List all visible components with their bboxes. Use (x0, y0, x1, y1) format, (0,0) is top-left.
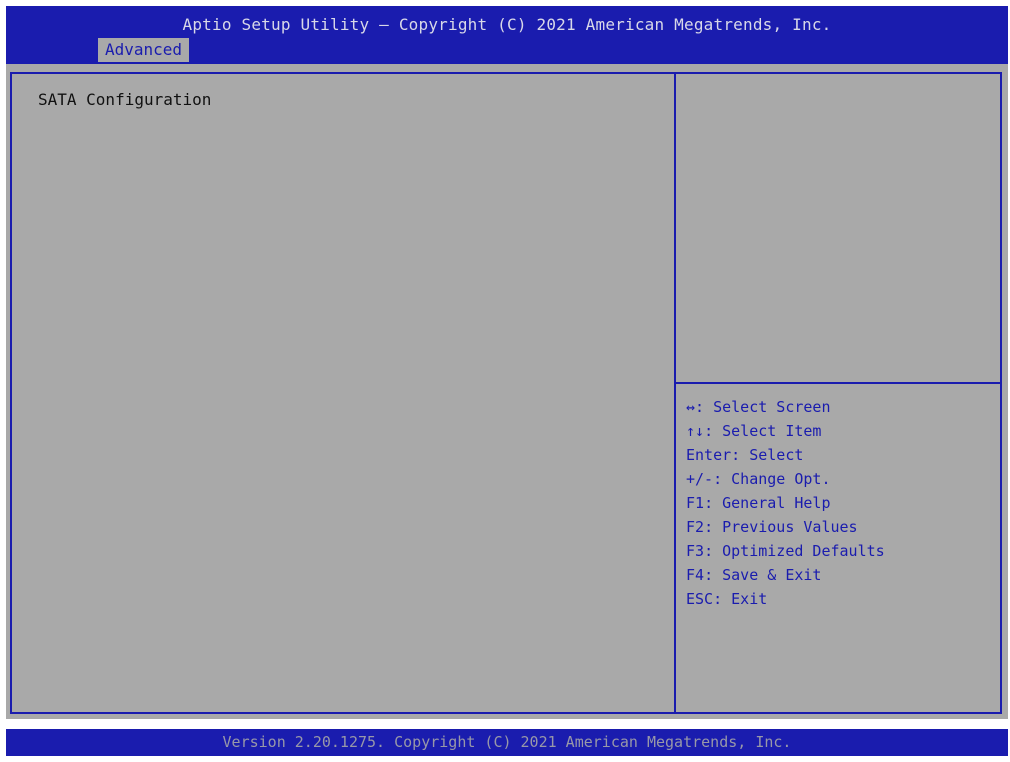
app-title: Aptio Setup Utility – Copyright (C) 2021… (182, 15, 832, 34)
key-desc: : Change Opt. (713, 470, 831, 488)
key-desc: : Exit (713, 590, 768, 608)
main-area: SATA Configuration ↔: Select Screen ↑↓: … (6, 64, 1008, 719)
key-help-select-screen: ↔: Select Screen (686, 395, 885, 419)
menu-item-sata-configuration[interactable]: SATA Configuration (38, 90, 211, 109)
help-panel-divider (674, 72, 676, 714)
key-desc: : Select Screen (695, 398, 831, 416)
key-help-save-exit: F4: Save & Exit (686, 563, 885, 587)
key-help-optimized-defaults: F3: Optimized Defaults (686, 539, 885, 563)
key-name: +/- (686, 470, 714, 488)
key-help-change-opt: +/-: Change Opt. (686, 467, 885, 491)
key-name: F2 (686, 518, 705, 536)
key-name: F3 (686, 542, 705, 560)
key-desc: : Select Item (704, 422, 822, 440)
footer-bar: Version 2.20.1275. Copyright (C) 2021 Am… (6, 729, 1008, 756)
key-name: ESC (686, 590, 714, 608)
help-section-divider (676, 382, 1002, 384)
key-help-general-help: F1: General Help (686, 491, 885, 515)
key-desc: : Previous Values (704, 518, 858, 536)
key-help-list: ↔: Select Screen ↑↓: Select Item Enter: … (686, 395, 885, 611)
title-bar: Aptio Setup Utility – Copyright (C) 2021… (6, 6, 1008, 64)
tab-advanced[interactable]: Advanced (98, 38, 190, 62)
footer-separator (6, 719, 1008, 729)
key-desc: : General Help (704, 494, 831, 512)
key-help-exit: ESC: Exit (686, 587, 885, 611)
key-name: Enter (686, 446, 732, 464)
key-desc: : Optimized Defaults (704, 542, 885, 560)
key-name: ↑↓ (686, 422, 705, 440)
key-desc: : Select (731, 446, 804, 464)
version-text: Version 2.20.1275. Copyright (C) 2021 Am… (222, 733, 792, 751)
key-help-select-item: ↑↓: Select Item (686, 419, 885, 443)
key-name: F4 (686, 566, 705, 584)
key-name: ↔ (686, 398, 696, 416)
key-help-enter: Enter: Select (686, 443, 885, 467)
key-help-previous-values: F2: Previous Values (686, 515, 885, 539)
key-name: F1 (686, 494, 705, 512)
main-panel-border (10, 72, 1002, 714)
bios-screen: Aptio Setup Utility – Copyright (C) 2021… (6, 6, 1008, 756)
key-desc: : Save & Exit (704, 566, 822, 584)
